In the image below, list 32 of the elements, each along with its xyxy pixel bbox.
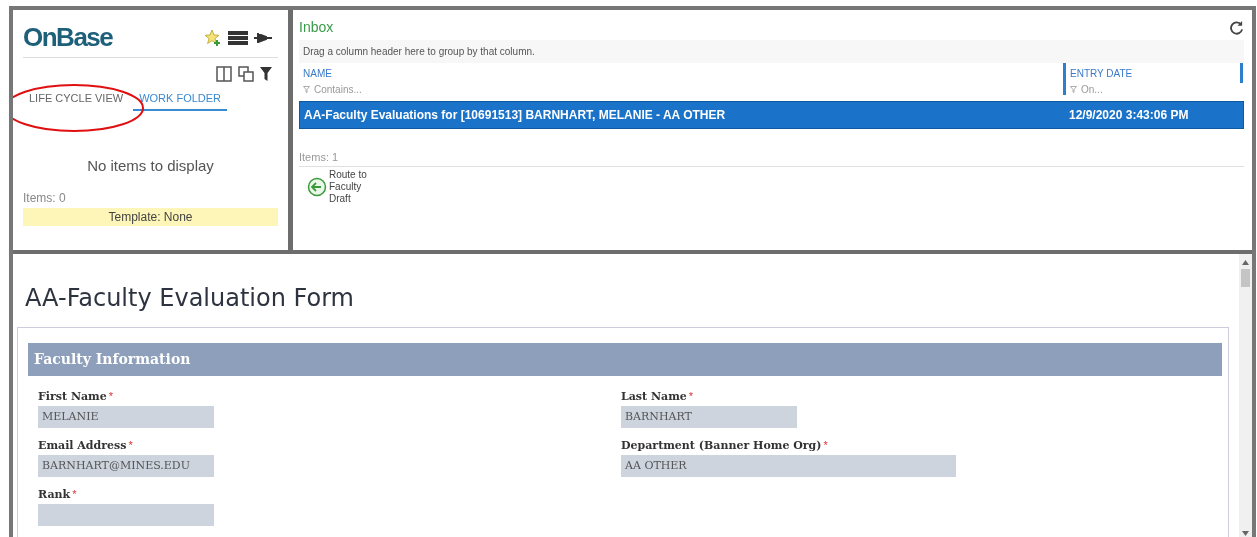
column-header[interactable]: ENTRY DATE (1070, 68, 1240, 79)
field-label: Rank (38, 488, 71, 501)
table-cell-text: AA-Faculty Evaluations for [10691513] BARNHART, MELANIE - AA OTHER (304, 108, 727, 122)
column-header[interactable]: NAME (303, 68, 1063, 79)
task-button[interactable]: Route to Faculty Draft (329, 169, 367, 205)
group-hint: Drag a column header here to group by that column. (299, 40, 1244, 63)
required-mark: * (823, 439, 828, 451)
table-cell-text: 12/9/2020 3:43:06 PM (1068, 108, 1190, 122)
input-field[interactable]: BARNHART@MINES.EDU (38, 455, 214, 477)
required-mark: * (72, 488, 77, 500)
field-label: Email Address (38, 439, 127, 452)
filter-field[interactable]: On... (1081, 84, 1103, 95)
required-mark: * (128, 439, 133, 451)
logo: OnBase (23, 22, 113, 53)
input-field[interactable]: BARNHART (621, 406, 797, 428)
items-count: Items: 0 (23, 191, 67, 205)
tab[interactable]: WORK FOLDER (133, 88, 228, 111)
required-mark: * (688, 390, 694, 402)
filter-field[interactable]: Contains... (314, 84, 362, 95)
section-header: Faculty Information (28, 343, 1222, 376)
input-field[interactable]: AA OTHER (621, 455, 956, 477)
form-title: AA-Faculty Evaluation Form (25, 284, 355, 312)
input-field[interactable]: MELANIE (38, 406, 214, 428)
template-bar: Template: None (23, 208, 278, 226)
items-count: Items: 1 (299, 151, 1244, 167)
required-mark: * (108, 390, 113, 402)
panel-title: Inbox (299, 19, 334, 35)
table-row[interactable]: AA-Faculty Evaluations for [10691513] BARNHART, MELANIE - AA OTHER 12/9/2020 3:43:06 PM (299, 101, 1244, 129)
field-label: Department (Banner Home Org) (621, 439, 822, 452)
empty-message: No items to display (86, 157, 215, 174)
field-label: Last Name (621, 390, 687, 403)
field-label: First Name (38, 390, 107, 403)
